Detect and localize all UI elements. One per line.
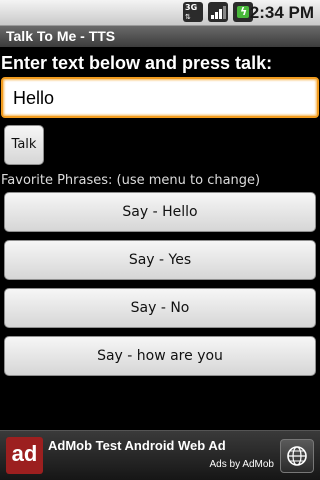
tts-text-value: Hello (13, 88, 55, 108)
network-3g-icon: 3G ⇅ (183, 2, 203, 22)
ad-title: AdMob Test Android Web Ad (48, 438, 226, 453)
talk-button[interactable]: Talk (4, 125, 44, 165)
tts-text-input[interactable]: Hello (1, 77, 319, 118)
ad-byline: Ads by AdMob (209, 459, 274, 470)
signal-strength-icon (208, 2, 228, 22)
phrase-button-hello[interactable]: Say - Hello (4, 192, 316, 232)
network-type-label: 3G (185, 3, 198, 12)
app-screen: 3G ⇅ ϟ 2:34 PM Talk To Me - TTS Enter te… (0, 0, 320, 480)
prompt-label: Enter text below and press talk: (1, 53, 273, 73)
phrase-button-how-are-you[interactable]: Say - how are you (4, 336, 316, 376)
status-time: 2:34 PM (249, 3, 314, 22)
ad-banner[interactable]: ad AdMob Test Android Web Ad Ads by AdMo… (0, 430, 320, 480)
favorite-phrases-label: Favorite Phrases: (use menu to change) (1, 173, 261, 188)
app-title: Talk To Me - TTS (6, 28, 116, 44)
admob-logo: ad (6, 437, 43, 474)
status-bar: 3G ⇅ ϟ 2:34 PM (0, 0, 320, 26)
title-bar: Talk To Me - TTS (0, 26, 320, 47)
globe-icon[interactable] (280, 439, 314, 473)
admob-logo-text: ad (11, 441, 38, 466)
phrase-button-yes[interactable]: Say - Yes (4, 240, 316, 280)
data-activity-icon: ⇅ (185, 13, 191, 21)
phrase-button-no[interactable]: Say - No (4, 288, 316, 328)
